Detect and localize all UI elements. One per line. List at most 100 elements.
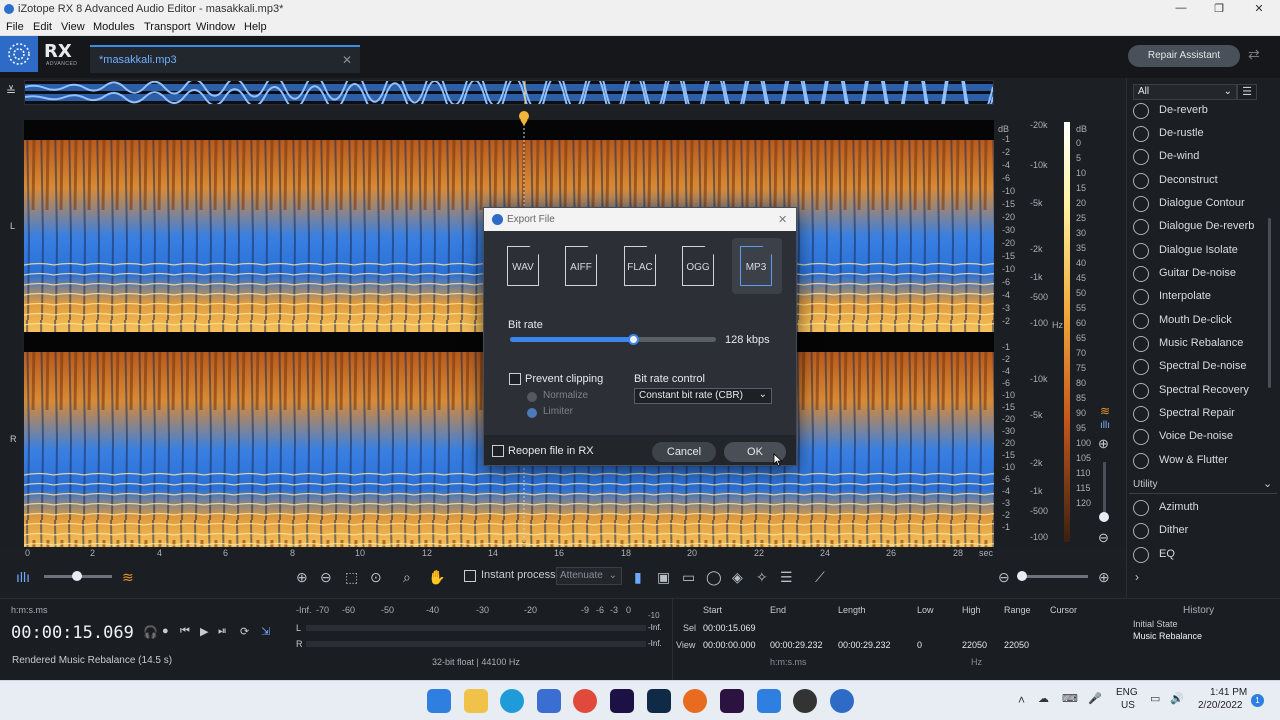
photoshop-icon[interactable] [647, 689, 671, 713]
language-region[interactable]: US [1121, 700, 1135, 711]
tray-chevron-up-icon[interactable]: ˄ [1018, 693, 1025, 707]
horizontal-zoom-slider[interactable] [1020, 575, 1088, 578]
spectrogram-icon[interactable]: ≋ [1100, 404, 1110, 418]
module-dialogue-isolate[interactable]: Dialogue Isolate [1133, 240, 1273, 262]
skip-back-icon[interactable]: ⏮ [180, 625, 190, 638]
module-voice-de-noise[interactable]: Voice De-noise [1133, 426, 1273, 448]
menu-window[interactable]: Window [196, 21, 235, 33]
format-aiff[interactable]: AIFF [557, 238, 607, 294]
module-de-rustle[interactable]: De-rustle [1133, 123, 1273, 145]
record-icon[interactable]: ● [162, 625, 169, 637]
bitrate-slider-handle[interactable] [627, 334, 639, 345]
zoom-out-vertical-icon[interactable]: ⊖ [1098, 530, 1109, 546]
menu-edit[interactable]: Edit [33, 21, 52, 33]
zoom-in-horizontal-icon[interactable]: ⊕ [1098, 569, 1110, 586]
opacity-slider-handle[interactable] [72, 571, 82, 581]
network-icon[interactable]: ▭ [1150, 692, 1160, 705]
module-dialogue-de-reverb[interactable]: Dialogue De-reverb [1133, 216, 1273, 238]
premiere-icon[interactable] [610, 689, 634, 713]
play-icon[interactable]: ▶ [200, 625, 208, 638]
zoom-in-icon[interactable]: ⊕ [296, 569, 308, 586]
close-button[interactable]: ✕ [1244, 2, 1274, 17]
keyboard-icon[interactable]: ⌨ [1062, 692, 1078, 705]
microphone-icon[interactable]: 🎤 [1088, 692, 1102, 705]
zoom-fit-icon[interactable]: ⊙ [370, 569, 382, 586]
horizontal-zoom-handle[interactable] [1017, 571, 1027, 581]
loop-icon[interactable]: ⟳ [240, 625, 249, 638]
firefox-icon[interactable] [683, 689, 707, 713]
brush-icon[interactable]: ◈ [732, 569, 743, 586]
lasso-icon[interactable]: ◯ [706, 569, 722, 586]
module-music-rebalance[interactable]: Music Rebalance [1133, 333, 1273, 355]
module-scrollbar[interactable] [1268, 218, 1271, 388]
clock-date[interactable]: 2/20/2022 [1198, 700, 1243, 711]
close-tab-icon[interactable]: ✕ [342, 53, 352, 67]
store-icon[interactable] [537, 689, 561, 713]
format-wav[interactable]: WAV [499, 238, 549, 294]
repair-assistant-button[interactable]: Repair Assistant [1128, 45, 1240, 67]
vertical-zoom-handle[interactable] [1099, 512, 1109, 522]
after-effects-icon[interactable] [720, 689, 744, 713]
waveform-display-icon[interactable]: ıllı [16, 569, 30, 585]
time-format-dropdown[interactable]: h:m:s.ms [11, 605, 48, 615]
waveform-overview[interactable] [24, 51, 994, 134]
utility-section-header[interactable]: Utility ⌄ [1129, 476, 1277, 494]
history-item[interactable]: Initial State [1133, 619, 1178, 629]
format-flac[interactable]: FLAC [616, 238, 666, 294]
view-end[interactable]: 00:00:29.232 [770, 640, 823, 650]
maximize-button[interactable]: ❐ [1204, 2, 1234, 17]
magnify-icon[interactable]: ⌕ [403, 569, 411, 586]
attenuate-dropdown[interactable]: Attenuate ⌄ [556, 567, 622, 585]
minimize-button[interactable]: — [1166, 2, 1196, 17]
playhead-marker[interactable] [519, 111, 529, 121]
limiter-radio[interactable] [527, 408, 537, 418]
view-high[interactable]: 22050 [962, 640, 987, 650]
file-tab[interactable]: *masakkali.mp3 ✕ [90, 45, 360, 73]
clock-time[interactable]: 1:41 PM [1210, 687, 1247, 698]
obs-icon[interactable] [793, 689, 817, 713]
module-dither[interactable]: Dither [1133, 520, 1273, 542]
module-mouth-de-click[interactable]: Mouth De-click [1133, 310, 1273, 332]
volume-icon[interactable]: 🔊 [1170, 692, 1184, 705]
view-low[interactable]: 0 [917, 640, 922, 650]
freq-selection-icon[interactable]: ▭ [682, 569, 695, 586]
module-spectral-recovery[interactable]: Spectral Recovery [1133, 380, 1273, 402]
zoom-selection-icon[interactable]: ⬚ [345, 569, 358, 586]
chevron-right-icon[interactable]: › [1135, 570, 1139, 584]
module-interpolate[interactable]: Interpolate [1133, 286, 1273, 308]
zoom-out-horizontal-icon[interactable]: ⊖ [998, 569, 1010, 586]
headphones-icon[interactable]: 🎧 [143, 625, 158, 639]
module-filter-dropdown[interactable]: All ⌄ [1133, 84, 1237, 100]
normalize-radio[interactable] [527, 392, 537, 402]
dialog-close-icon[interactable]: ✕ [778, 213, 787, 226]
izotope-rx-taskbar-icon[interactable] [830, 689, 854, 713]
history-item[interactable]: Music Rebalance [1133, 631, 1202, 641]
menu-modules[interactable]: Modules [93, 21, 135, 33]
selection-tool-icon[interactable]: ⟋ [815, 569, 825, 586]
module-spectral-repair[interactable]: Spectral Repair [1133, 403, 1273, 425]
view-length[interactable]: 00:00:29.232 [838, 640, 891, 650]
bitrate-control-dropdown[interactable]: Constant bit rate (CBR) ⌄ [634, 388, 772, 404]
view-start[interactable]: 00:00:00.000 [703, 640, 756, 650]
harmonic-icon[interactable]: ☰ [780, 569, 793, 586]
waveform-icon[interactable]: ıllı [1100, 420, 1110, 431]
collapse-icon[interactable]: ≚ [6, 84, 16, 98]
menu-view[interactable]: View [61, 21, 85, 33]
module-de-wind[interactable]: De-wind [1133, 146, 1273, 168]
sel-start[interactable]: 00:00:15.069 [703, 623, 756, 633]
menu-transport[interactable]: Transport [144, 21, 191, 33]
time-selection-icon[interactable]: ▮ [634, 569, 642, 586]
zoom-out-icon[interactable]: ⊖ [320, 569, 332, 586]
connect-icon[interactable]: ⇄ [1248, 46, 1272, 66]
magic-wand-icon[interactable]: ✧ [756, 569, 768, 586]
view-range[interactable]: 22050 [1004, 640, 1029, 650]
module-azimuth[interactable]: Azimuth [1133, 497, 1273, 519]
language-code[interactable]: ENG [1116, 687, 1138, 698]
follow-playhead-icon[interactable]: ⇲ [261, 625, 270, 638]
module-dialogue-contour[interactable]: Dialogue Contour [1133, 193, 1273, 215]
module-guitar-de-noise[interactable]: Guitar De-noise [1133, 263, 1273, 285]
menu-help[interactable]: Help [244, 21, 267, 33]
notification-badge[interactable]: 1 [1251, 694, 1264, 707]
bitrate-slider-track[interactable] [510, 337, 716, 342]
hand-icon[interactable]: ✋ [428, 569, 445, 586]
